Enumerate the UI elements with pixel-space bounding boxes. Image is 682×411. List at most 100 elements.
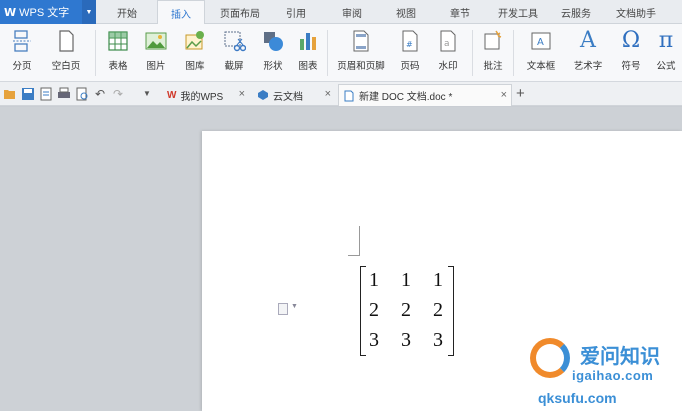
matrix-equation[interactable]: 1 1 1 2 2 2 3 3 3 [360,266,454,356]
formula-button[interactable]: π 公式 [652,27,680,77]
chevron-down-icon[interactable]: ▼ [291,303,298,310]
comment-button[interactable]: 批注 [478,27,508,77]
watermark-url-secondary: qksufu.com [538,390,617,406]
menu-bar: W WPS 文字 ▼ 开始 插入 页面布局 引用 审阅 视图 章节 开发工具 云… [0,0,682,25]
matrix-cell: 3 [369,329,379,351]
watermark-url: igaihao.com [572,368,654,383]
new-tab-plus-icon[interactable]: + [516,85,525,102]
watermark-button[interactable]: a 水印 [430,27,466,77]
omega-icon: Ω [621,28,641,53]
doc-tab-cloud-docs[interactable]: 云文档 × [253,84,335,106]
tab-section[interactable]: 章节 [440,0,480,24]
save-as-icon[interactable] [39,87,53,101]
chevron-down-icon[interactable]: ▼ [82,0,96,24]
svg-text:#: # [406,40,413,49]
cloud-doc-icon [258,90,268,100]
tab-home[interactable]: 开始 [104,0,150,24]
page-break-icon [13,30,31,52]
ribbon-divider [472,30,473,76]
shapes-label: 形状 [263,61,283,72]
shapes-icon [264,32,283,51]
watermark-label: 水印 [438,61,458,72]
comment-icon [484,30,502,50]
matrix-cell: 2 [401,299,411,321]
tab-insert[interactable]: 插入 [157,0,205,25]
right-bracket [448,266,454,356]
paragraph-layout-icon[interactable] [278,303,288,315]
wps-logo-icon: W [4,5,17,19]
ribbon-divider [95,30,96,76]
print-icon[interactable] [57,87,71,101]
ribbon-toolbar: 分页 空白页 表格 图片 图库 截屏 形状 图表 页眉和页脚 # 页码 a 水印 [0,24,682,82]
close-icon[interactable]: × [501,89,507,101]
formula-label: 公式 [656,61,676,72]
chart-button[interactable]: 图表 [294,27,322,77]
table-button[interactable]: 表格 [101,27,135,77]
matrix-cell: 1 [401,269,411,291]
customize-dropdown-icon[interactable]: ▼ [143,87,157,101]
gallery-icon [185,31,204,50]
page-break-button[interactable]: 分页 [4,27,40,77]
matrix-cell: 3 [401,329,411,351]
open-folder-icon[interactable] [3,87,17,101]
tab-developer[interactable]: 开发工具 [490,0,546,24]
watermark-icon: a [440,30,456,52]
wps-w-icon: W [167,89,177,101]
ribbon-divider [327,30,328,76]
app-menu-button[interactable]: W WPS 文字 ▼ [0,0,96,24]
symbol-label: 符号 [621,61,641,72]
picture-button[interactable]: 图片 [139,27,173,77]
header-footer-label: 页眉和页脚 [337,61,385,72]
close-icon[interactable]: × [325,88,331,100]
matrix-cell: 1 [433,269,443,291]
screenshot-button[interactable]: 截屏 [216,27,252,77]
tab-references[interactable]: 引用 [276,0,316,24]
page-number-icon: # [402,30,418,52]
symbol-button[interactable]: Ω 符号 [614,27,648,77]
document-icon [344,90,354,101]
page-number-button[interactable]: # 页码 [393,27,427,77]
textbox-button[interactable]: A 文本框 [519,27,563,77]
save-icon[interactable] [21,87,35,101]
blank-page-button[interactable]: 空白页 [44,27,88,77]
header-footer-icon [353,30,369,52]
matrix-cell: 3 [433,329,443,351]
table-label: 表格 [108,61,128,72]
shapes-button[interactable]: 形状 [255,27,291,77]
doc-tab-label: 我的WPS [180,91,224,103]
margin-corner-marker [348,226,360,256]
header-footer-button[interactable]: 页眉和页脚 [333,27,389,77]
pi-icon: π [658,28,674,53]
screenshot-label: 截屏 [224,61,244,72]
watermark-brand: 爱问知识 [580,344,660,368]
matrix-cell: 1 [369,269,379,291]
page-number-label: 页码 [400,61,420,72]
tab-doc-assistant[interactable]: 文档助手 [608,0,664,24]
gallery-label: 图库 [185,61,205,72]
doc-tab-label: 新建 DOC 文档.doc * [359,92,453,103]
table-icon [108,31,128,51]
blank-page-label: 空白页 [51,61,81,72]
undo-icon[interactable]: ↶ [95,87,109,101]
tab-review[interactable]: 审阅 [330,0,374,24]
tab-page-layout[interactable]: 页面布局 [212,0,268,24]
gallery-button[interactable]: 图库 [177,27,213,77]
doc-tab-my-wps[interactable]: W 我的WPS × [163,84,249,106]
picture-label: 图片 [146,61,166,72]
matrix-cell: 2 [433,299,443,321]
close-icon[interactable]: × [239,88,245,100]
redo-icon[interactable]: ↷ [113,87,127,101]
print-preview-icon[interactable] [75,87,89,101]
chart-icon [300,33,316,50]
doc-tab-new-doc[interactable]: 新建 DOC 文档.doc * × [338,84,512,106]
tab-view[interactable]: 视图 [386,0,426,24]
matrix-cell: 2 [369,299,379,321]
wordart-button[interactable]: A 艺术字 [568,27,608,77]
tab-cloud-service[interactable]: 云服务 [554,0,598,24]
wordart-label: 艺术字 [573,61,603,72]
blank-page-icon [59,30,74,52]
chart-label: 图表 [298,61,318,72]
svg-text:A: A [537,37,544,48]
watermark-logo-icon [530,338,570,378]
page-break-label: 分页 [12,61,32,72]
